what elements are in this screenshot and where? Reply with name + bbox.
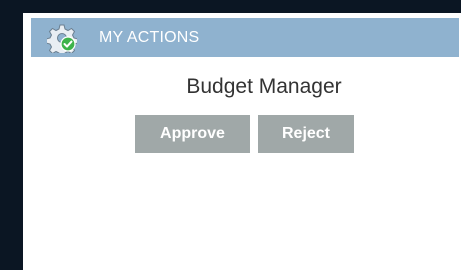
gear-check-icon [47,23,77,53]
panel-header: MY ACTIONS [31,18,459,57]
reject-button[interactable]: Reject [258,115,354,153]
action-buttons: Approve Reject [135,115,354,153]
approve-button[interactable]: Approve [135,115,250,153]
my-actions-panel: MY ACTIONS Budget Manager Approve Reject [23,13,461,270]
panel-title: MY ACTIONS [99,28,200,46]
role-label: Budget Manager [186,75,342,98]
